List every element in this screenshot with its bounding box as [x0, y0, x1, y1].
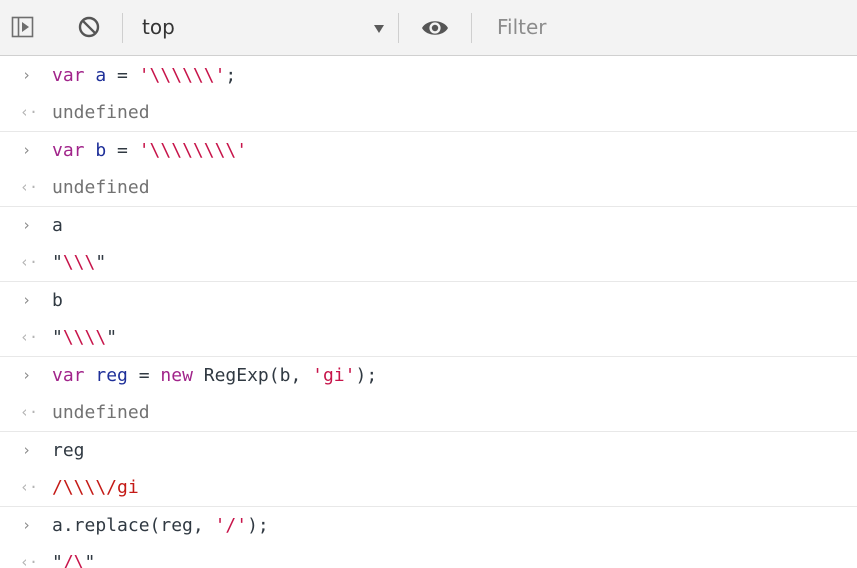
string-token: '\\\\\\\\' [138, 140, 248, 161]
filter-input[interactable] [491, 10, 831, 44]
console-entry: › reg ‹· /\\\\/gi [0, 432, 857, 507]
input-code: a.replace(reg, '/'); [52, 507, 269, 544]
keyword-token: var [52, 365, 85, 386]
prompt-chevron-icon: › [22, 291, 32, 309]
console-result-line: ‹· undefined [0, 394, 857, 431]
quote-token: " [84, 552, 96, 568]
prompt-chevron-icon: › [22, 366, 32, 384]
eye-icon[interactable] [419, 14, 451, 42]
console-entry: › b ‹· "\\\\" [0, 282, 857, 357]
input-code: var b = '\\\\\\\\' [52, 132, 247, 169]
console-entry: › a.replace(reg, '/'); ‹· "/\" [0, 507, 857, 568]
variable-token: reg [95, 365, 128, 386]
keyword-token: new [160, 365, 193, 386]
punctuation-token: ; [225, 65, 237, 86]
call-token: RegExp(b, [192, 365, 313, 386]
console-input-line[interactable]: › var b = '\\\\\\\\' [0, 132, 857, 169]
punctuation-token: ); [247, 515, 269, 536]
console-entry: › var a = '\\\\\\'; ‹· undefined [0, 57, 857, 132]
regex-result: /\\\\/gi [52, 477, 139, 498]
string-token: 'gi' [312, 365, 356, 386]
console-input-line[interactable]: › a [0, 207, 857, 244]
sidebar-toggle-icon[interactable] [10, 14, 36, 40]
console-result-line: ‹· undefined [0, 94, 857, 131]
string-token: '\\\\\\' [138, 65, 226, 86]
quote-token: " [106, 327, 118, 348]
string-token: /\ [62, 552, 85, 568]
console-input-line[interactable]: › a.replace(reg, '/'); [0, 507, 857, 544]
prompt-chevron-icon: › [22, 516, 32, 534]
result-arrow-icon: ‹· [20, 553, 39, 568]
input-code: a [52, 215, 63, 236]
quote-token: " [52, 552, 63, 568]
input-code: reg [52, 440, 85, 461]
toolbar-divider [398, 13, 399, 43]
prompt-chevron-icon: › [22, 66, 32, 84]
input-code: b [52, 290, 63, 311]
context-selector-label[interactable]: top [142, 15, 175, 39]
string-token: \\\\ [62, 327, 107, 348]
console-entry: › var b = '\\\\\\\\' ‹· undefined [0, 132, 857, 207]
result-arrow-icon: ‹· [20, 178, 39, 196]
operator-token: = [127, 365, 161, 386]
variable-token: a [95, 65, 107, 86]
result-value: undefined [52, 102, 150, 123]
toolbar-divider [471, 13, 472, 43]
call-token: a.replace(reg, [52, 515, 215, 536]
keyword-token: var [52, 65, 85, 86]
result-arrow-icon: ‹· [20, 253, 39, 271]
console-result-line: ‹· /\\\\/gi [0, 469, 857, 506]
operator-token: = [106, 140, 139, 161]
console-input-line[interactable]: › reg [0, 432, 857, 469]
console-input-line[interactable]: › var reg = new RegExp(b, 'gi'); [0, 357, 857, 394]
result-value: "\\\" [52, 244, 106, 281]
result-arrow-icon: ‹· [20, 328, 39, 346]
prompt-chevron-icon: › [22, 141, 32, 159]
string-token: \\\ [62, 252, 96, 273]
console-entry: › var reg = new RegExp(b, 'gi'); ‹· unde… [0, 357, 857, 432]
operator-token: = [106, 65, 139, 86]
keyword-token: var [52, 140, 85, 161]
toolbar-divider [122, 13, 123, 43]
variable-token: b [95, 140, 107, 161]
result-arrow-icon: ‹· [20, 103, 39, 121]
console-result-line: ‹· "/\" [0, 544, 857, 568]
quote-token: " [95, 252, 107, 273]
input-code: var a = '\\\\\\'; [52, 57, 236, 94]
console-result-line: ‹· "\\\" [0, 244, 857, 281]
result-value: undefined [52, 402, 150, 423]
result-value: "/\" [52, 544, 95, 568]
console-messages: › var a = '\\\\\\'; ‹· undefined › var b… [0, 57, 857, 568]
console-result-line: ‹· "\\\\" [0, 319, 857, 356]
punctuation-token: ); [355, 365, 378, 386]
quote-token: " [52, 252, 63, 273]
console-input-line[interactable]: › b [0, 282, 857, 319]
console-result-line: ‹· undefined [0, 169, 857, 206]
prompt-chevron-icon: › [22, 216, 32, 234]
clear-console-icon[interactable] [76, 14, 102, 40]
console-entry: › a ‹· "\\\" [0, 207, 857, 282]
quote-token: " [52, 327, 63, 348]
console-input-line[interactable]: › var a = '\\\\\\'; [0, 57, 857, 94]
triangle-down-icon[interactable] [373, 20, 385, 33]
result-arrow-icon: ‹· [20, 403, 39, 421]
result-value: undefined [52, 177, 150, 198]
console-toolbar: top [0, 0, 857, 56]
prompt-chevron-icon: › [22, 441, 32, 459]
result-arrow-icon: ‹· [20, 478, 39, 496]
input-code: var reg = new RegExp(b, 'gi'); [52, 357, 377, 394]
result-value: "\\\\" [52, 319, 117, 356]
string-token: '/' [214, 515, 248, 536]
